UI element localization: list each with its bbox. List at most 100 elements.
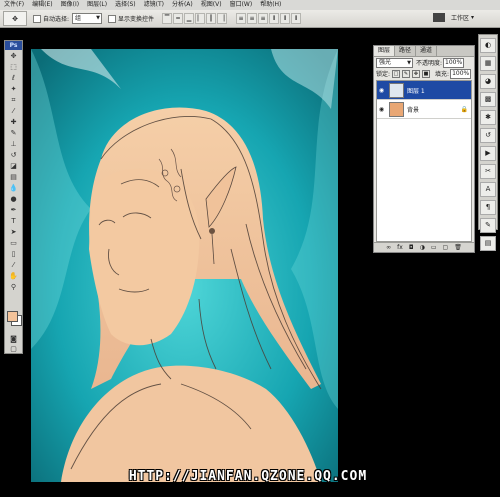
crop-tool-icon[interactable]: ⌗ (6, 95, 21, 105)
layer-name: 背景 (407, 106, 420, 114)
new-group-icon[interactable]: ▭ (431, 244, 437, 251)
pen-tool-icon[interactable]: ✒ (6, 205, 21, 215)
history-brush-tool-icon[interactable]: ↺ (6, 150, 21, 160)
auto-select-label: 自动选择: (43, 16, 70, 23)
tools-icon[interactable]: ✂ (480, 164, 496, 179)
menu-help[interactable]: 帮助(H) (256, 0, 285, 10)
lock-transparent-icon[interactable]: □ (392, 69, 401, 78)
fill-field[interactable]: 100% (450, 68, 472, 79)
align-left-icon[interactable]: ▏ (195, 13, 206, 24)
quick-mask-icon[interactable]: ◙ (6, 334, 21, 344)
paragraph-icon[interactable]: ¶ (480, 200, 496, 215)
auto-select-checkbox[interactable] (33, 14, 41, 23)
distribute-right-icon[interactable]: ⦀ (291, 13, 302, 24)
document-canvas[interactable] (31, 49, 338, 482)
menu-window[interactable]: 窗口(W) (226, 0, 257, 10)
align-bottom-icon[interactable]: ▁ (184, 13, 195, 24)
watermark-text: HTTP://JIANFAN.QZONE.QQ.COM (128, 469, 368, 484)
show-transform-checkbox[interactable] (108, 14, 117, 23)
type-tool-icon[interactable]: T (6, 216, 21, 226)
character-icon[interactable]: A (480, 182, 496, 197)
notes-tool-icon[interactable]: ▯ (6, 249, 21, 259)
foreground-color-swatch[interactable] (7, 311, 18, 322)
distribute-top-icon[interactable]: ≡ (236, 13, 247, 24)
workspace-switcher[interactable]: 工作区 ▾ (432, 13, 474, 22)
ps-logo: Ps (5, 41, 22, 50)
auto-select-dropdown[interactable]: 组 ▼ (72, 13, 103, 24)
layer-mask-icon[interactable]: ◘ (409, 244, 414, 251)
actions-icon[interactable]: ▶ (480, 146, 496, 161)
align-hcenter-icon[interactable]: ║ (206, 13, 217, 24)
eye-icon[interactable]: ◉ (377, 87, 386, 94)
swatches-icon[interactable]: ▩ (480, 92, 496, 107)
history-icon[interactable]: ↺ (480, 128, 496, 143)
magic-wand-tool-icon[interactable]: ✦ (6, 84, 21, 94)
layer-thumbnail (389, 82, 404, 98)
lasso-tool-icon[interactable]: ℓ (6, 73, 21, 83)
move-tool-preset-picker[interactable]: ✥ (3, 11, 27, 26)
color-icon[interactable]: ◕ (480, 74, 496, 89)
menu-edit[interactable]: 编辑(E) (28, 0, 56, 10)
navigator-icon[interactable]: ◐ (480, 38, 496, 53)
marquee-tool-icon[interactable]: ⬚ (6, 62, 21, 72)
adjustment-layer-icon[interactable]: ◑ (420, 244, 425, 251)
hand-tool-icon[interactable]: ✋ (6, 271, 21, 281)
lock-label: 锁定: (376, 71, 391, 78)
distribute-vcenter-icon[interactable]: ≡ (247, 13, 258, 24)
menu-analysis[interactable]: 分析(A) (168, 0, 197, 10)
menu-filter[interactable]: 滤镜(T) (140, 0, 168, 10)
brush-tool-icon[interactable]: ✎ (6, 128, 21, 138)
distribute-left-icon[interactable]: ⦀ (269, 13, 280, 24)
blend-opacity-row: 强光 ▼ 不透明度: 100% (374, 57, 474, 68)
lock-icon: 🔒 (460, 105, 468, 113)
menu-layer[interactable]: 图层(L) (83, 0, 111, 10)
screen-mode-icon[interactable]: ▢ (6, 344, 21, 354)
opacity-field[interactable]: 100% (443, 57, 465, 68)
lock-all-icon[interactable]: ■ (422, 69, 431, 78)
tab-channels[interactable]: 通道 (416, 46, 438, 56)
layer-name: 图层 1 (407, 87, 425, 95)
menu-image[interactable]: 图像(I) (57, 0, 83, 10)
lock-position-icon[interactable]: ✥ (412, 69, 421, 78)
show-transform-label: 显示变换控件 (118, 16, 155, 23)
move-tool-icon[interactable]: ✥ (6, 51, 21, 61)
delete-layer-icon[interactable]: 🗑 (454, 244, 462, 251)
panel-tabs: 图层 路径 通道 (374, 46, 474, 57)
tab-paths[interactable]: 路径 (395, 46, 417, 56)
align-top-icon[interactable]: ▔ (162, 13, 173, 24)
layer-row[interactable]: ◉ 背景 🔒 (377, 100, 471, 119)
layers-panel: 图层 路径 通道 强光 ▼ 不透明度: 100% 锁定: □ ✎ ✥ ■ 填充: … (373, 45, 475, 253)
distribute-hcenter-icon[interactable]: ⦀ (280, 13, 291, 24)
tab-layers[interactable]: 图层 (374, 46, 396, 56)
zoom-tool-icon[interactable]: ⚲ (6, 282, 21, 292)
layer-style-icon[interactable]: fx (397, 244, 403, 251)
distribute-bottom-icon[interactable]: ≡ (258, 13, 269, 24)
path-selection-tool-icon[interactable]: ➤ (6, 227, 21, 237)
blend-mode-dropdown[interactable]: 强光 ▼ (376, 57, 413, 68)
link-layers-icon[interactable]: ∞ (386, 244, 391, 251)
styles-icon[interactable]: ✱ (480, 110, 496, 125)
align-vcenter-icon[interactable]: ═ (173, 13, 184, 24)
gradient-tool-icon[interactable]: ▤ (6, 172, 21, 182)
align-right-icon[interactable]: ▕ (217, 13, 228, 24)
healing-brush-tool-icon[interactable]: ✚ (6, 117, 21, 127)
fill-label: 填充: (435, 71, 450, 78)
menu-view[interactable]: 视图(V) (197, 0, 226, 10)
clone-stamp-tool-icon[interactable]: ⊥ (6, 139, 21, 149)
shape-tool-icon[interactable]: ▭ (6, 238, 21, 248)
dodge-tool-icon[interactable]: ● (6, 194, 21, 204)
menu-file[interactable]: 文件(F) (0, 0, 28, 10)
brushes-icon[interactable]: ✎ (480, 218, 496, 233)
new-layer-icon[interactable]: ▢ (443, 244, 449, 251)
eyedropper-sample-tool-icon[interactable]: ⁄ (6, 260, 21, 270)
eraser-tool-icon[interactable]: ◪ (6, 161, 21, 171)
blur-tool-icon[interactable]: 💧 (6, 183, 21, 193)
eye-icon[interactable]: ◉ (377, 106, 386, 113)
lock-image-icon[interactable]: ✎ (402, 69, 411, 78)
eyedropper-tool-icon[interactable]: ⁄ (6, 106, 21, 116)
layer-row[interactable]: ◉ 图层 1 (377, 81, 471, 100)
histogram-icon[interactable]: ▦ (480, 56, 496, 71)
menu-select[interactable]: 选择(S) (111, 0, 140, 10)
layer-comps-icon[interactable]: ▤ (480, 236, 496, 251)
distribute-buttons: ≡ ≡ ≡ ⦀ ⦀ ⦀ (236, 13, 302, 24)
